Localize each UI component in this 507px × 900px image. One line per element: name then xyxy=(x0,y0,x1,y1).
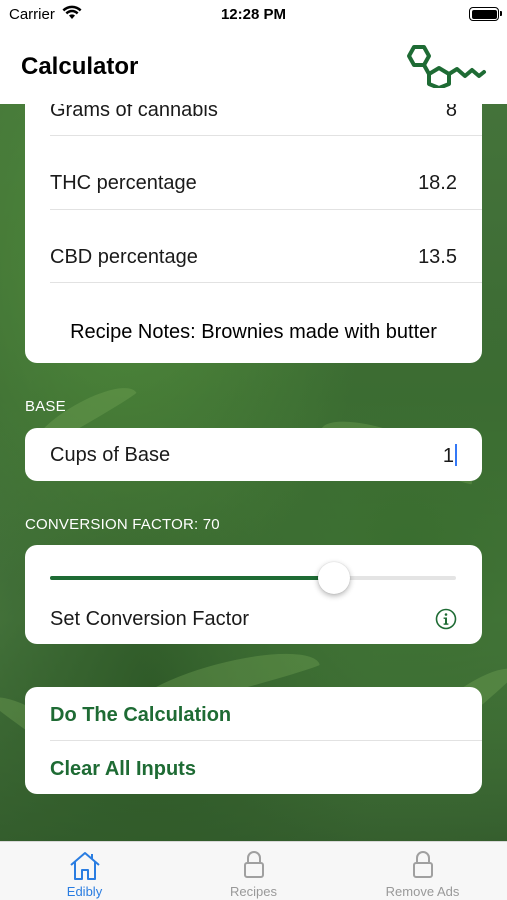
tab-recipes[interactable]: Recipes xyxy=(169,842,338,900)
conversion-label: Set Conversion Factor xyxy=(50,608,249,630)
tab-edibly[interactable]: Edibly xyxy=(0,842,169,900)
base-label: Cups of Base xyxy=(50,444,171,466)
clock: 12:28 PM xyxy=(220,6,287,23)
cbd-label: CBD percentage xyxy=(50,246,198,268)
do-calculation-button[interactable]: Do The Calculation xyxy=(50,704,231,727)
divider xyxy=(50,740,482,741)
cbd-field[interactable]: 13.5 xyxy=(418,246,457,269)
conversion-section-header: CONVERSION FACTOR: 70 xyxy=(25,516,220,533)
tab-bar: Edibly Recipes Remove Ads xyxy=(0,841,507,900)
lock-icon xyxy=(338,850,507,884)
recipe-notes[interactable]: Recipe Notes: Brownies made with butter xyxy=(25,321,482,344)
divider xyxy=(50,135,482,136)
page-title-overlay: Calculator xyxy=(21,53,139,80)
slider-thumb[interactable] xyxy=(318,562,351,594)
thc-field[interactable]: 18.2 xyxy=(418,172,457,195)
base-section-header: BASE xyxy=(25,398,66,415)
divider xyxy=(50,282,482,283)
status-bar: Carrier 12:28 PM xyxy=(0,0,507,30)
tab-remove-ads[interactable]: Remove Ads xyxy=(338,842,507,900)
recipe-inputs-card: Grams of cannabis 8 THC percentage 18.2 … xyxy=(25,80,482,363)
divider xyxy=(50,209,482,210)
tab-remove-ads-label: Remove Ads xyxy=(385,884,460,899)
battery-icon xyxy=(469,7,502,21)
actions-card: Do The Calculation Clear All Inputs xyxy=(25,687,482,794)
conversion-card: Set Conversion Factor xyxy=(25,545,482,644)
tab-recipes-label: Recipes xyxy=(230,884,277,899)
molecule-logo-icon xyxy=(402,44,488,93)
home-icon xyxy=(0,850,169,884)
slider-fill xyxy=(50,576,335,580)
nav-bar-backdrop: Calculator xyxy=(0,30,507,104)
lock-icon xyxy=(169,850,338,884)
thc-label: THC percentage xyxy=(50,172,197,194)
clear-inputs-button[interactable]: Clear All Inputs xyxy=(50,758,196,781)
text-cursor xyxy=(455,444,457,466)
base-field[interactable]: 1 xyxy=(443,444,457,468)
tab-edibly-label: Edibly xyxy=(66,884,103,899)
info-icon[interactable] xyxy=(435,608,457,635)
conversion-slider[interactable] xyxy=(50,562,456,594)
base-card: Cups of Base 1 xyxy=(25,428,482,481)
